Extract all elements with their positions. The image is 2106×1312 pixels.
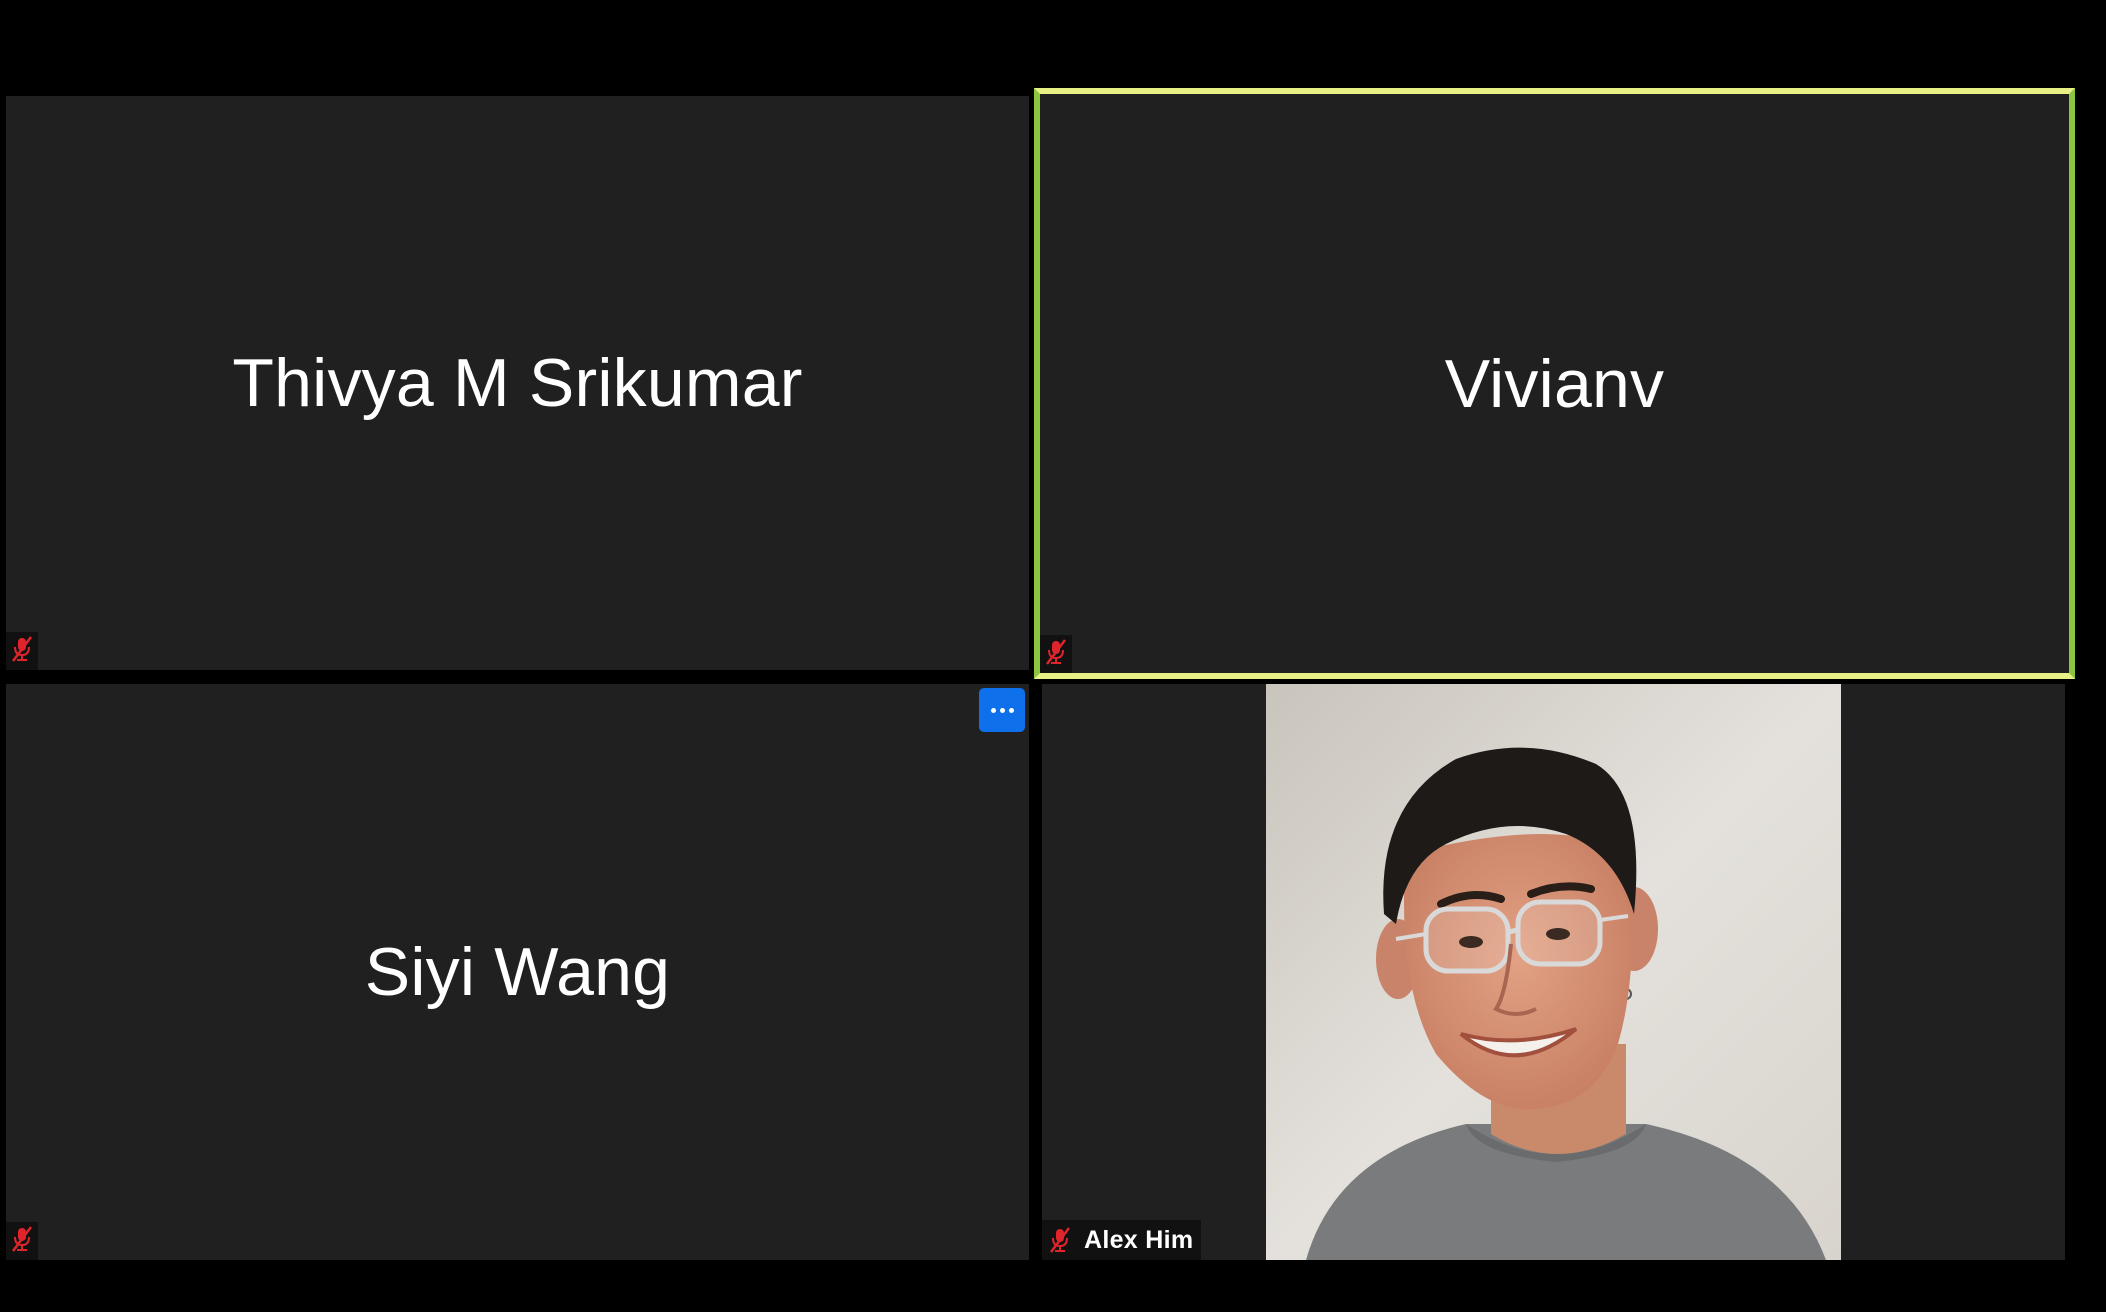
participant-name: Siyi Wang: [364, 934, 671, 1010]
muted-badge: [6, 632, 38, 670]
participant-name-badge: Alex Him: [1042, 1220, 1202, 1260]
participant-tile-active-speaker[interactable]: Vivianv: [1034, 88, 2075, 679]
muted-badge: [6, 1222, 38, 1260]
microphone-muted-icon: [11, 635, 33, 667]
participant-name: Alex Him: [1084, 1225, 1194, 1254]
more-options-icon: [989, 707, 1016, 713]
participant-tile[interactable]: Thivya M Srikumar: [6, 96, 1029, 670]
microphone-muted-icon: [1046, 1221, 1074, 1259]
participant-tile[interactable]: Siyi Wang: [6, 684, 1029, 1260]
gallery-view: Thivya M Srikumar Vivianv Siyi Wang Alex…: [0, 0, 2106, 1312]
participant-video: [1266, 684, 1841, 1260]
muted-badge: [1040, 635, 1072, 673]
participant-tile-video[interactable]: Alex Him: [1042, 684, 2065, 1260]
microphone-muted-icon: [11, 1225, 33, 1257]
microphone-muted-icon: [1045, 638, 1067, 670]
person-avatar-illustration: [1266, 684, 1841, 1260]
more-options-button[interactable]: [979, 688, 1025, 732]
participant-name: Thivya M Srikumar: [232, 345, 803, 421]
participant-name: Vivianv: [1444, 345, 1665, 422]
